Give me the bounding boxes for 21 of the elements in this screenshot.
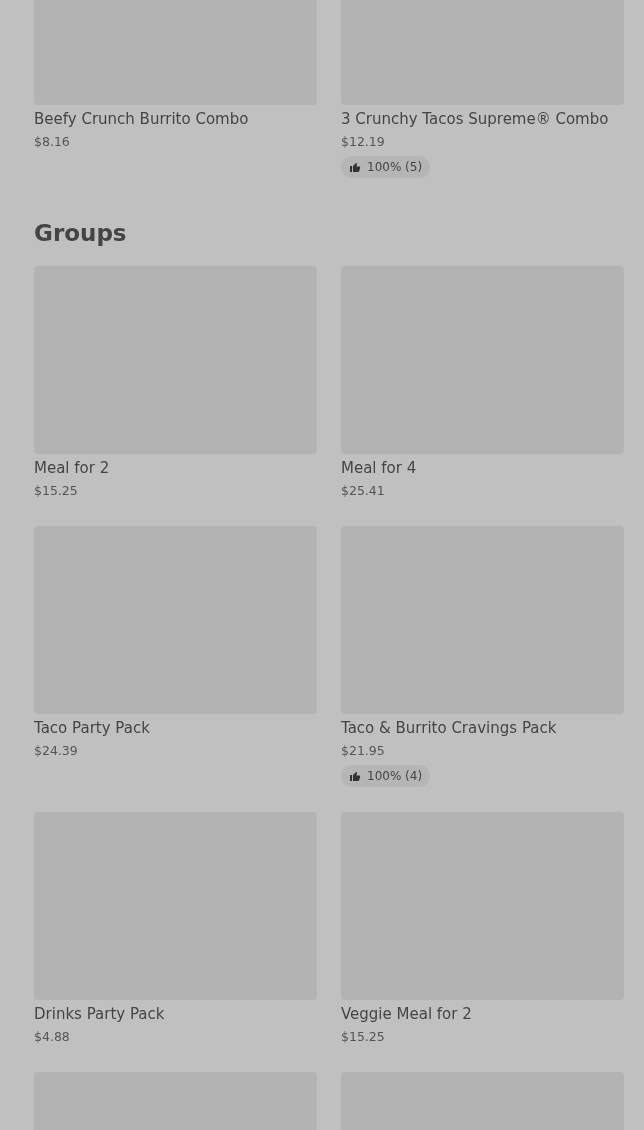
section-heading: Groups: [34, 219, 128, 248]
item-price: $24.39: [34, 742, 78, 760]
item-price: $21.95: [341, 742, 385, 760]
item-name[interactable]: Meal for 4: [341, 457, 417, 479]
item-name[interactable]: 3 Crunchy Tacos Supreme® Combo: [341, 108, 609, 130]
item-price: $12.19: [341, 133, 385, 151]
item-price: $8.16: [34, 133, 70, 151]
item-name[interactable]: Taco & Burrito Cravings Pack: [341, 717, 557, 739]
thumbs-up-icon: [349, 770, 361, 782]
thumbs-up-icon: [349, 161, 361, 173]
item-name[interactable]: Meal for 2: [34, 457, 110, 479]
item-name[interactable]: Beefy Crunch Burrito Combo: [34, 108, 249, 130]
item-name[interactable]: Taco Party Pack: [34, 717, 150, 739]
item-name[interactable]: Drinks Party Pack: [34, 1003, 165, 1025]
item-price: $25.41: [341, 482, 385, 500]
rating-badge: 100% (4): [341, 765, 431, 787]
item-price: $15.25: [341, 1028, 385, 1046]
rating-badge: 100% (5): [341, 156, 431, 178]
item-price: $4.88: [34, 1028, 70, 1046]
item-name[interactable]: Veggie Meal for 2: [341, 1003, 472, 1025]
item-price: $15.25: [34, 482, 78, 500]
